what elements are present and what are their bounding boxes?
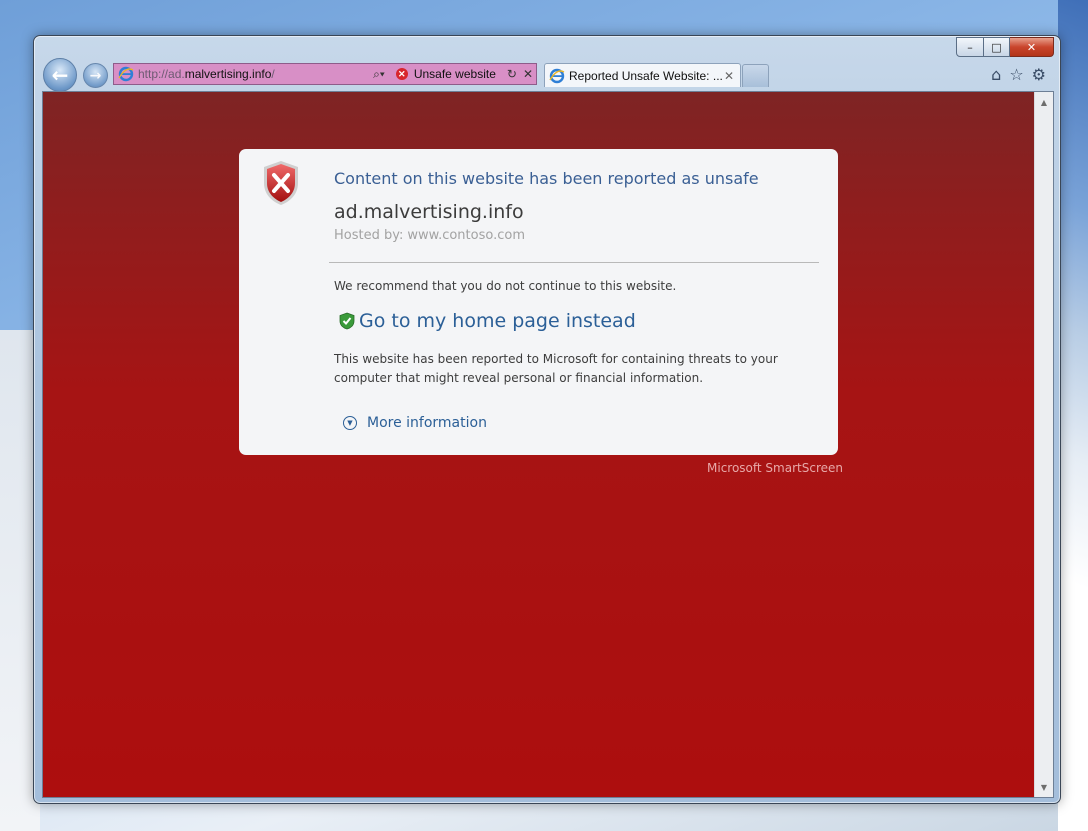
tools-icon[interactable]: ⚙ [1032, 65, 1046, 84]
search-icon[interactable]: ⌕▾ [373, 67, 385, 82]
hosted-value: www.contoso.com [407, 228, 525, 243]
warning-domain: ad.malvertising.info [334, 201, 524, 223]
content-viewport: Content on this website has been reporte… [42, 91, 1054, 798]
vertical-scrollbar[interactable]: ▲ ▼ [1034, 92, 1053, 797]
ie-logo-icon [549, 68, 565, 84]
favorites-icon[interactable]: ☆ [1009, 65, 1023, 84]
address-bar[interactable]: http://ad. malvertising.info / ⌕▾ ✕ Unsafe… [113, 63, 537, 85]
hosted-label: Hosted by: [334, 228, 404, 243]
forward-icon: → [89, 67, 102, 84]
new-tab-button[interactable] [742, 64, 769, 87]
warning-title: Content on this website has been reporte… [334, 169, 759, 188]
url-host: malvertising.info [184, 67, 272, 81]
close-icon[interactable]: ✕ [724, 69, 734, 83]
warning-card: Content on this website has been reporte… [239, 149, 838, 455]
tab-label: Reported Unsafe Website: ... [569, 68, 723, 83]
recommendation-text: We recommend that you do not continue to… [334, 279, 677, 293]
chevron-down-icon: ▼ [343, 416, 357, 430]
hosted-by: Hosted by: www.contoso.com [334, 228, 525, 243]
maximize-button[interactable]: □ [984, 37, 1010, 57]
ie-logo-icon [118, 66, 134, 82]
go-home-label: Go to my home page instead [359, 310, 636, 332]
smartscreen-footer: Microsoft SmartScreen [707, 461, 843, 475]
more-information-label: More information [367, 415, 487, 431]
shield-check-icon [339, 312, 355, 330]
desktop-background-right [1058, 0, 1088, 831]
security-status-label[interactable]: Unsafe website [414, 67, 496, 81]
refresh-icon[interactable]: ↻ [507, 67, 517, 81]
forward-button[interactable]: → [83, 63, 108, 88]
minimize-button[interactable]: – [956, 37, 984, 57]
scroll-up-icon[interactable]: ▲ [1035, 94, 1053, 110]
stop-icon[interactable]: ✕ [523, 67, 533, 81]
go-home-link[interactable]: Go to my home page instead [339, 310, 636, 332]
more-information-link[interactable]: ▼ More information [343, 415, 487, 431]
close-window-button[interactable]: ✕ [1010, 37, 1054, 57]
window-caption-buttons: – □ ✕ [956, 37, 1054, 57]
unsafe-icon[interactable]: ✕ [395, 68, 408, 80]
toolbar-icons: ⌂ ☆ ⚙ [991, 65, 1046, 84]
scroll-down-icon[interactable]: ▼ [1035, 779, 1053, 795]
shield-error-icon [264, 161, 298, 205]
tab-reported-unsafe[interactable]: Reported Unsafe Website: ... ✕ [544, 63, 741, 87]
divider [329, 262, 819, 263]
url-suffix: / [271, 67, 275, 81]
home-icon[interactable]: ⌂ [991, 65, 1001, 84]
back-icon: ← [51, 63, 69, 87]
unsafe-warning-page: Content on this website has been reporte… [43, 92, 1034, 797]
browser-window: – □ ✕ ← → http://ad. malvertising.info / ⌕… [33, 35, 1061, 804]
back-button[interactable]: ← [43, 58, 77, 92]
reported-text: This website has been reported to Micros… [334, 352, 778, 385]
url-prefix: http://ad. [138, 67, 185, 81]
